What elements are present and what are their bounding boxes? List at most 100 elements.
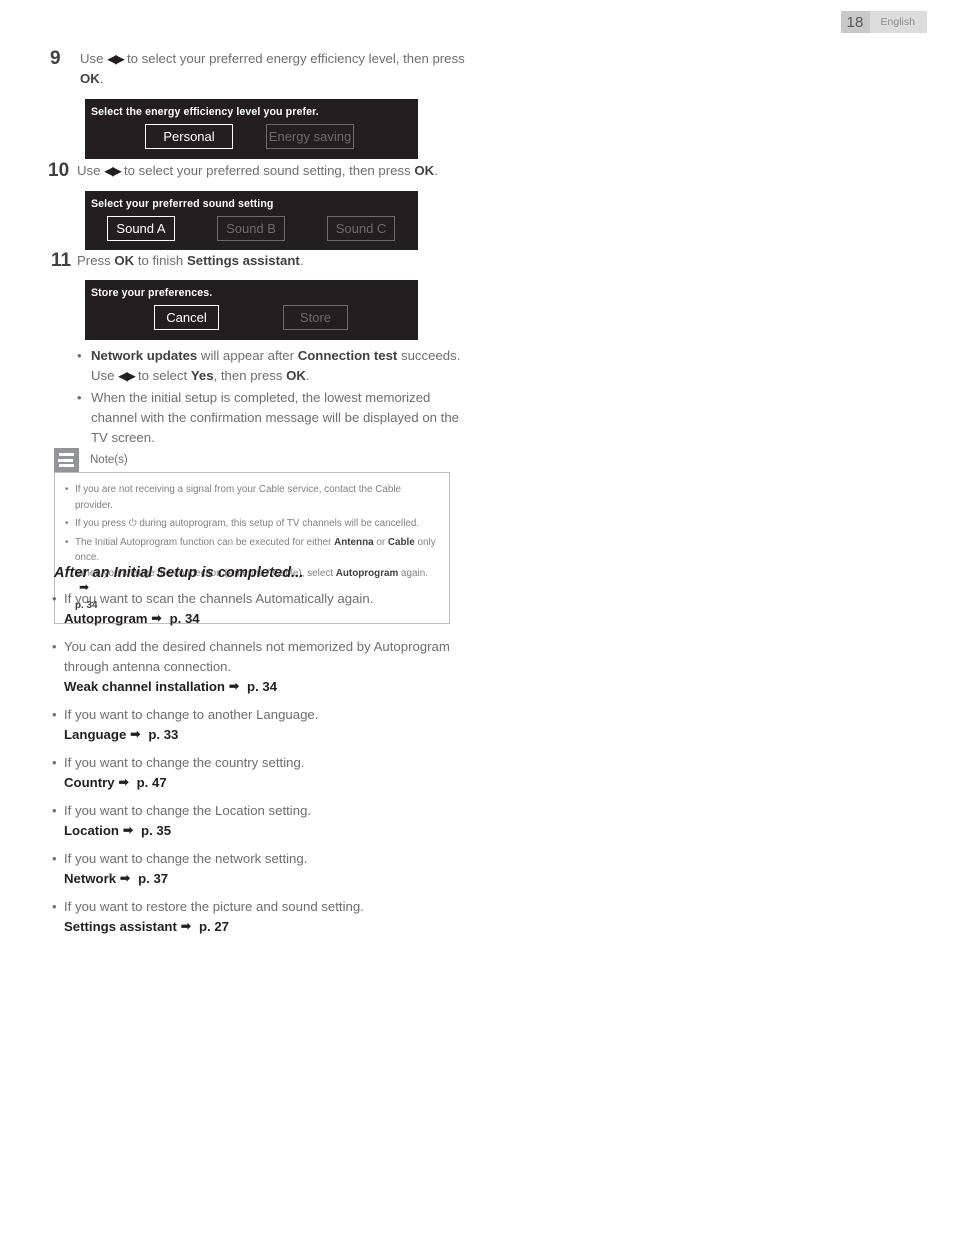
bold-ok: OK (286, 368, 306, 383)
tv-button-sound-c[interactable]: Sound C (327, 216, 395, 241)
power-symbol-icon: ⏻ (128, 518, 137, 529)
reference-label: Autoprogram (64, 611, 148, 626)
post-step-bullets: • Network updates will appear after Conn… (77, 346, 477, 450)
after-setup-item-reference: Network ➡ p. 37 (64, 869, 472, 889)
left-right-arrows-icon: ◀▶ (118, 369, 136, 383)
notes-header: Note(s) (54, 448, 450, 472)
bullet-marker: • (52, 755, 57, 770)
right-arrow-icon: ➡ (130, 727, 141, 741)
step-9: 9 Use ◀▶ to select your preferred energy… (50, 49, 470, 89)
after-setup-item-description: If you want to change the network settin… (64, 851, 308, 866)
after-setup-item-reference: Settings assistant ➡ p. 27 (64, 917, 472, 937)
notes-label: Note(s) (90, 454, 128, 466)
step-9-number: 9 (50, 48, 61, 69)
left-right-arrows-icon: ◀▶ (107, 52, 125, 66)
step-11: 11 Press OK to finish Settings assistant… (51, 251, 471, 271)
note-text-pre: The Initial Autoprogram function can be … (75, 536, 335, 548)
tv-dialog-sound-setting: Select your preferred sound setting Soun… (85, 191, 418, 250)
text-then-press: , then press (213, 368, 287, 383)
bold-autoprogram: Autoprogram (335, 567, 399, 579)
step-9-bold-ok: OK (80, 71, 100, 86)
page-header: 18 English (840, 11, 927, 33)
bold-connection-test: Connection test (297, 348, 398, 363)
bullet-marker: • (77, 348, 82, 363)
after-setup-item-autoprogram: • If you want to scan the channels Autom… (52, 589, 472, 629)
tv-button-energy-saving[interactable]: Energy saving (266, 124, 354, 149)
step-11-bold-settings-assistant: Settings assistant (186, 253, 300, 268)
bullet-marker: • (52, 591, 57, 606)
tv-button-personal[interactable]: Personal (145, 124, 233, 149)
reference-label: Weak channel installation (64, 679, 225, 694)
tv-dialog-energy-title: Select the energy efficiency level you p… (91, 106, 319, 118)
after-setup-item-description: You can add the desired channels not mem… (64, 639, 450, 674)
right-arrow-icon: ➡ (180, 919, 191, 933)
step-10-period: . (434, 163, 438, 178)
after-setup-item-reference: Country ➡ p. 47 (64, 773, 472, 793)
reference-label: Language (64, 727, 127, 742)
page-number: 18 (840, 11, 870, 33)
step-11-number: 11 (51, 250, 72, 271)
after-setup-item-description: If you want to change the Location setti… (64, 803, 312, 818)
reference-label: Location (64, 823, 119, 838)
after-setup-item-description: If you want to scan the channels Automat… (64, 591, 374, 606)
reference-page: p. 37 (138, 871, 169, 886)
step-9-text-after: to select your preferred energy efficien… (123, 51, 465, 66)
note-text-post: during autoprogram, this setup of TV cha… (136, 518, 420, 529)
step-11-text-after: to finish (134, 253, 187, 268)
tv-dialog-energy-buttons: Personal Energy saving (85, 124, 418, 149)
note-text-or: or (373, 536, 388, 548)
bullet-marker: • (52, 803, 57, 818)
tv-button-cancel[interactable]: Cancel (154, 305, 219, 330)
after-setup-item-description: If you want to change to another Languag… (64, 707, 319, 722)
step-9-text: Use ◀▶ to select your preferred energy e… (80, 49, 470, 89)
bullet-marker: • (65, 518, 69, 529)
tv-dialog-store-title: Store your preferences. (91, 287, 213, 299)
after-setup-item-body: If you want to change the Location setti… (64, 801, 472, 841)
language-label: English (869, 11, 927, 33)
step-9-period: . (99, 71, 104, 86)
note-lines-icon (54, 448, 79, 472)
reference-page: p. 33 (148, 727, 179, 742)
bullet-marker: • (52, 639, 57, 654)
after-setup-item-body: If you want to scan the channels Automat… (64, 589, 472, 629)
note-text-again: again. (398, 567, 428, 579)
step-10-text: Use ◀▶ to select your preferred sound se… (77, 161, 468, 181)
note-item-text: If you are not receiving a signal from y… (75, 484, 402, 511)
right-arrow-icon: ➡ (151, 611, 162, 625)
tv-dialog-energy-efficiency: Select the energy efficiency level you p… (85, 99, 418, 159)
tv-button-sound-b[interactable]: Sound B (217, 216, 285, 241)
after-setup-item-body: You can add the desired channels not mem… (64, 637, 472, 697)
reference-page: p. 47 (136, 775, 167, 790)
after-setup-item-body: If you want to restore the picture and s… (64, 897, 472, 937)
after-setup-item-settings-assistant: • If you want to restore the picture and… (52, 897, 472, 937)
after-setup-heading: After an Initial Setup is completed... (54, 565, 304, 581)
step-11-text: Press OK to finish Settings assistant. (77, 251, 471, 271)
reference-page: p. 34 (247, 679, 278, 694)
reference-label: Country (64, 775, 115, 790)
bold-antenna: Antenna (334, 536, 374, 548)
right-arrow-icon: ➡ (122, 823, 134, 837)
left-right-arrows-icon: ◀▶ (104, 164, 122, 178)
after-setup-item-location: • If you want to change the Location set… (52, 801, 472, 841)
post-bullet-network-updates: • Network updates will appear after Conn… (77, 346, 477, 386)
after-setup-item-network: • If you want to change the network sett… (52, 849, 472, 889)
tv-dialog-store-preferences: Store your preferences. Cancel Store (85, 280, 418, 340)
tv-button-store[interactable]: Store (283, 305, 348, 330)
post-bullet-initial-setup-completed: • When the initial setup is completed, t… (77, 388, 477, 448)
after-setup-item-reference: Location ➡ p. 35 (64, 821, 472, 841)
bold-cable: Cable (387, 536, 415, 548)
right-arrow-icon: ➡ (120, 871, 131, 885)
tv-button-sound-a[interactable]: Sound A (107, 216, 175, 241)
step-10-number: 10 (48, 160, 70, 181)
bullet-marker: • (52, 707, 57, 722)
note-item: • If you are not receiving a signal from… (65, 482, 439, 513)
after-setup-item-language: • If you want to change to another Langu… (52, 705, 472, 745)
reference-label: Settings assistant (64, 919, 177, 934)
step-11-period: . (299, 253, 304, 268)
note-item-text: If you press ⏻ during autoprogram, this … (75, 516, 439, 532)
post-bullet-network-updates-text: Network updates will appear after Connec… (91, 346, 477, 386)
bold-network-updates: Network updates (91, 348, 198, 363)
bullet-marker: • (65, 484, 69, 495)
step-10-bold-ok: OK (414, 163, 435, 178)
tv-dialog-sound-title: Select your preferred sound setting (91, 198, 274, 210)
